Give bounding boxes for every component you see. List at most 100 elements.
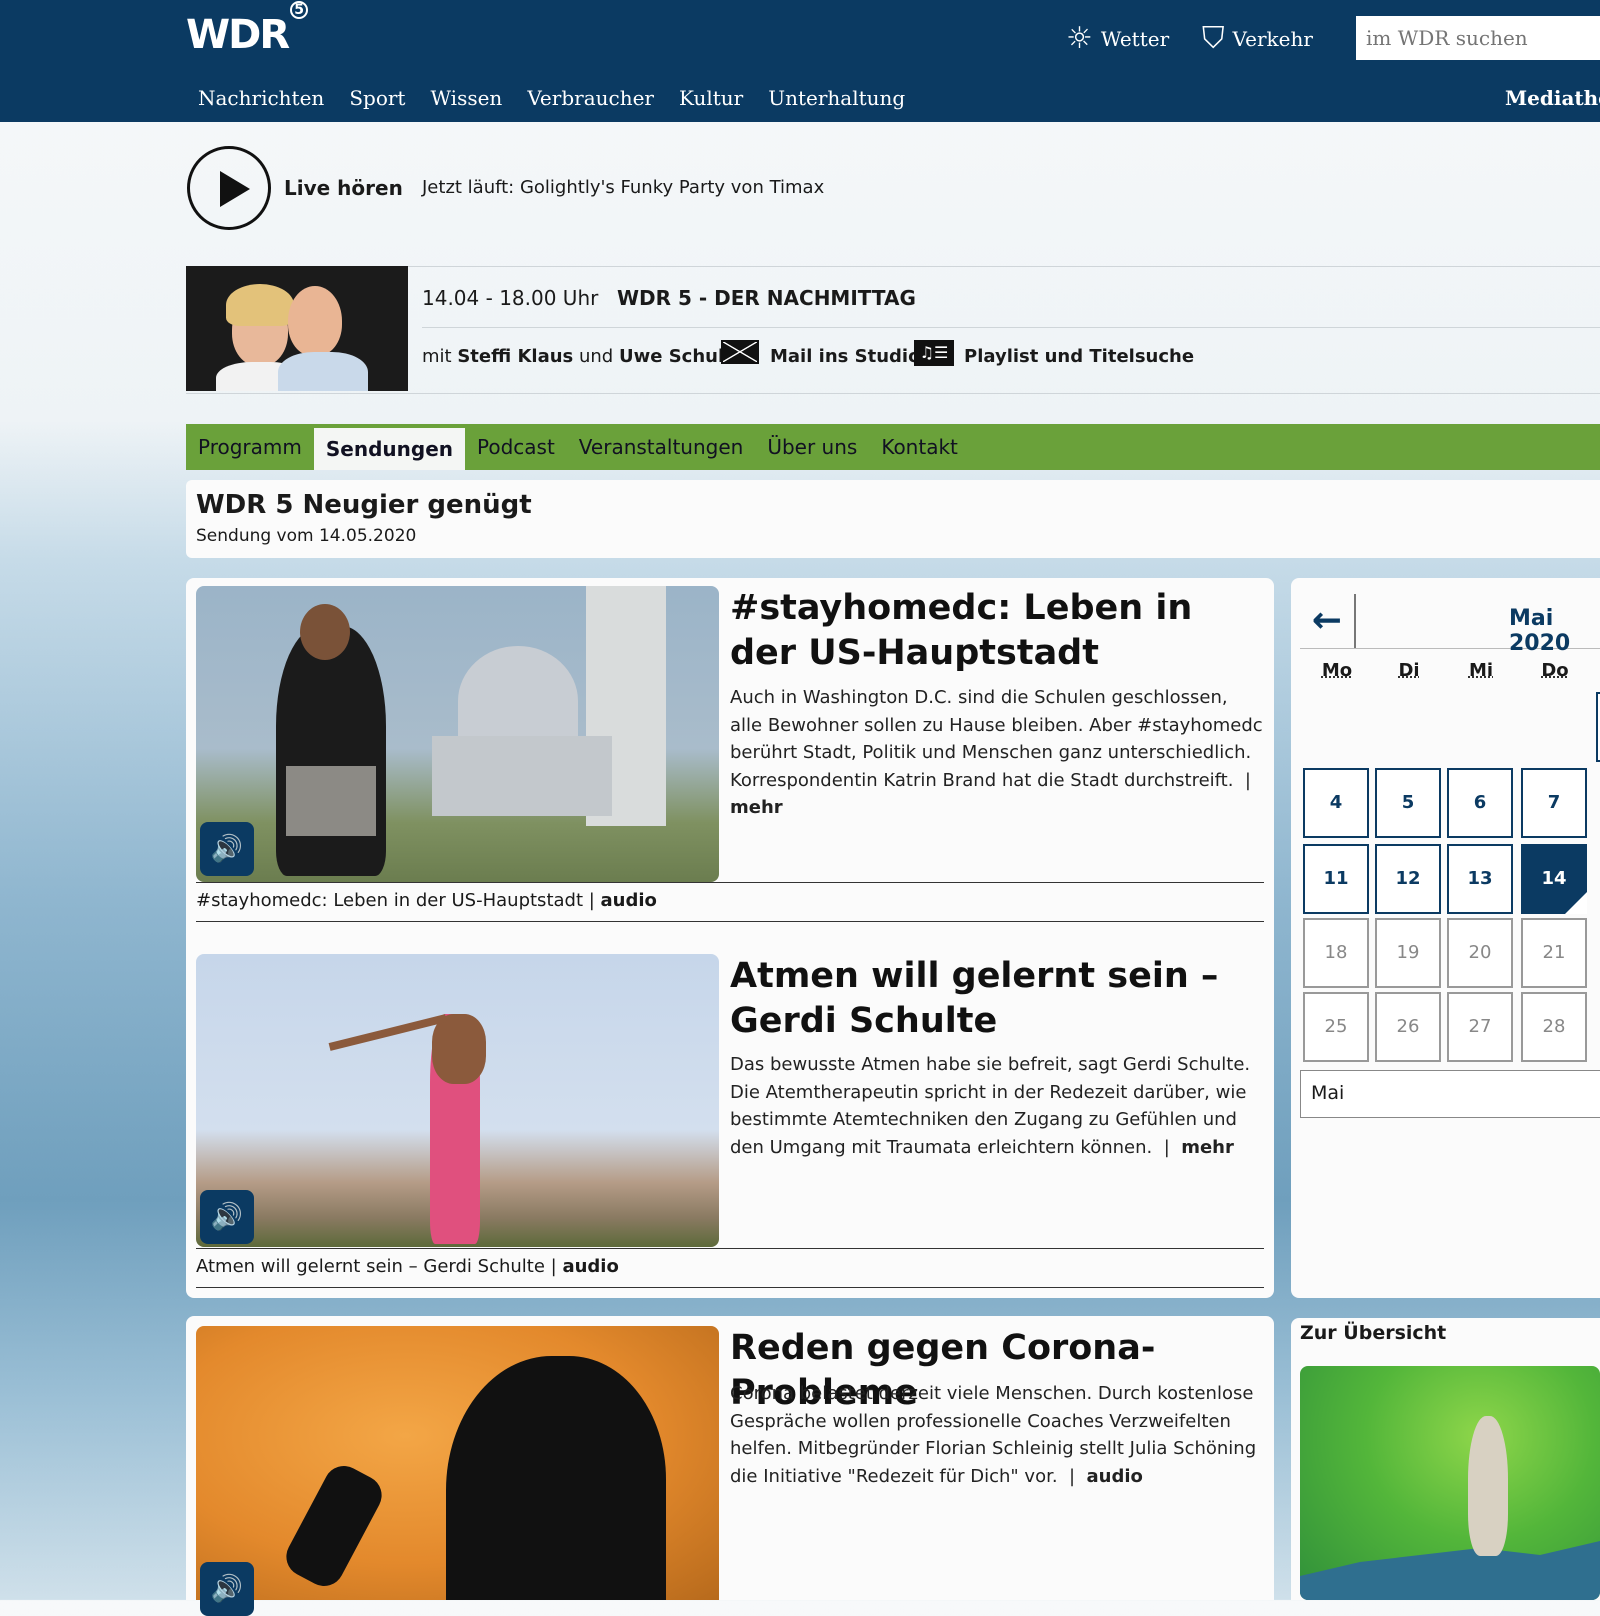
calendar-day: 21	[1521, 918, 1587, 988]
more-link[interactable]: mehr	[1181, 1137, 1234, 1158]
playlist-icon[interactable]: ♫☰	[914, 340, 954, 366]
weather-link[interactable]: ☼ Wetter	[1066, 24, 1169, 54]
calendar-day[interactable]: 5	[1375, 768, 1441, 838]
capitol-building	[432, 736, 612, 816]
weekday-label: Mi	[1468, 660, 1494, 681]
calendar-month: Mai 2020	[1509, 606, 1571, 656]
road-icon: ⛉	[1202, 21, 1225, 56]
nav-verbraucher[interactable]: Verbraucher	[527, 86, 654, 110]
article-teaser: Das bewusste Atmen habe sie befreit, sag…	[730, 1054, 1251, 1158]
overview-title[interactable]: Zur Übersicht	[1300, 1322, 1446, 1344]
silhouette-phone	[279, 1458, 389, 1594]
now-playing-text: Jetzt läuft: Golightly's Funky Party von…	[422, 177, 825, 198]
traffic-label: Verkehr	[1232, 27, 1313, 51]
arrow-left-icon[interactable]: ←	[1300, 594, 1356, 648]
nav-unterhaltung[interactable]: Unterhaltung	[768, 86, 905, 110]
host-1: Steffi Klaus	[457, 346, 574, 367]
nav-wissen[interactable]: Wissen	[430, 86, 502, 110]
mediathek-link[interactable]: Mediathek	[1505, 86, 1600, 110]
tab-programm[interactable]: Programm	[186, 424, 314, 470]
play-icon[interactable]	[187, 146, 271, 230]
article-image[interactable]	[196, 954, 719, 1247]
article-title[interactable]: #stayhomedc: Leben in der US-Hauptstadt	[730, 586, 1250, 676]
show-divider	[422, 327, 1600, 328]
silhouette-head	[446, 1356, 666, 1600]
wdr-logo[interactable]: WDR5	[186, 0, 309, 58]
envelope-icon[interactable]	[721, 340, 759, 364]
weekday-label: Di	[1398, 660, 1420, 681]
article-text: Auch in Washington D.C. sind die Schulen…	[730, 687, 1263, 791]
sub-nav: Programm Sendungen Podcast Veranstaltung…	[186, 424, 1600, 470]
host-2: Uwe Schulz	[618, 346, 735, 367]
person-head	[300, 604, 350, 660]
playlist-link[interactable]: Playlist und Titelsuche	[964, 346, 1194, 367]
weekday-label: Mo	[1321, 660, 1353, 681]
article-image[interactable]	[196, 1326, 719, 1600]
calendar-day: 19	[1375, 918, 1441, 988]
caption-type: audio	[562, 1256, 619, 1277]
person-torso	[432, 1014, 486, 1084]
weather-label: Wetter	[1100, 27, 1170, 51]
speaker-icon[interactable]: 🔊	[200, 1562, 254, 1616]
hosts-prefix: mit	[422, 346, 452, 367]
article-text: Das bewusste Atmen habe sie befreit, sag…	[730, 1054, 1251, 1158]
article-caption[interactable]: Atmen will gelernt sein – Gerdi Schulte …	[196, 1248, 1264, 1288]
show-hosts: mit Steffi Klaus und Uwe Schulz	[422, 346, 735, 367]
calendar-day[interactable]: 11	[1303, 844, 1369, 914]
nav-kultur[interactable]: Kultur	[679, 86, 743, 110]
traffic-link[interactable]: ⛉ Verkehr	[1202, 24, 1313, 54]
host-shirt-right	[278, 352, 368, 391]
hosts-and: und	[578, 346, 614, 367]
page-title: WDR 5 Neugier genügt	[196, 490, 532, 520]
logo-text: WDR	[186, 12, 290, 58]
person-shorts	[286, 766, 376, 836]
calendar-day: 27	[1447, 992, 1513, 1062]
article-teaser: Auch in Washington D.C. sind die Schulen…	[730, 687, 1263, 818]
speaker-icon[interactable]: 🔊	[200, 1190, 254, 1244]
nav-nachrichten[interactable]: Nachrichten	[198, 86, 324, 110]
tab-sendungen[interactable]: Sendungen	[313, 424, 465, 470]
calendar-day[interactable]: 13	[1447, 844, 1513, 914]
caption-type: audio	[600, 890, 657, 911]
calendar-day-selected[interactable]: 14	[1521, 844, 1587, 914]
calendar-day: 18	[1303, 918, 1369, 988]
page-subtitle: Sendung vom 14.05.2020	[196, 526, 417, 546]
caption-text: Atmen will gelernt sein – Gerdi Schulte	[196, 1256, 545, 1277]
person-arm	[328, 1014, 447, 1051]
month-select[interactable]: Mai	[1300, 1070, 1600, 1118]
caption-text: #stayhomedc: Leben in der US-Hauptstadt	[196, 890, 584, 911]
tab-podcast[interactable]: Podcast	[465, 424, 567, 470]
calendar-day[interactable]: 7	[1521, 768, 1587, 838]
tab-kontakt[interactable]: Kontakt	[869, 424, 970, 470]
rock-shape	[1300, 1541, 1600, 1600]
speaker-icon[interactable]: 🔊	[200, 822, 254, 876]
show-title[interactable]: WDR 5 - DER NACHMITTAG	[617, 286, 916, 310]
weekday-label: Do	[1541, 660, 1569, 681]
show-hosts-photo	[186, 266, 408, 391]
nav-sport[interactable]: Sport	[349, 86, 405, 110]
calendar-day[interactable]: 4	[1303, 768, 1369, 838]
calendar-day[interactable]: 12	[1375, 844, 1441, 914]
article-title[interactable]: Atmen will gelernt sein – Gerdi Schulte	[730, 954, 1250, 1044]
person-walking	[276, 626, 386, 876]
tab-veranstaltungen[interactable]: Veranstaltungen	[567, 424, 756, 470]
live-label[interactable]: Live hören	[284, 176, 403, 200]
meerkat-shape	[1468, 1416, 1508, 1556]
overview-image[interactable]	[1300, 1366, 1600, 1600]
article-caption[interactable]: #stayhomedc: Leben in der US-Hauptstadt …	[196, 882, 1264, 922]
more-link[interactable]: mehr	[730, 797, 783, 818]
article-teaser: Corona belastet derzeit viele Menschen. …	[730, 1383, 1257, 1487]
article-text: Corona belastet derzeit viele Menschen. …	[730, 1383, 1257, 1487]
host-face-right	[288, 286, 342, 356]
mail-studio-link[interactable]: Mail ins Studio	[770, 346, 920, 367]
calendar-day: 20	[1447, 918, 1513, 988]
search-input[interactable]	[1356, 16, 1600, 60]
show-time: 14.04 - 18.00 Uhr	[422, 286, 599, 310]
main-nav: Nachrichten Sport Wissen Verbraucher Kul…	[198, 86, 905, 110]
sun-icon: ☼	[1066, 21, 1093, 56]
article-image[interactable]	[196, 586, 719, 882]
tab-ueber-uns[interactable]: Über uns	[755, 424, 869, 470]
calendar-day[interactable]: 6	[1447, 768, 1513, 838]
audio-link[interactable]: audio	[1087, 1466, 1143, 1487]
calendar-day-partial	[1596, 692, 1600, 762]
